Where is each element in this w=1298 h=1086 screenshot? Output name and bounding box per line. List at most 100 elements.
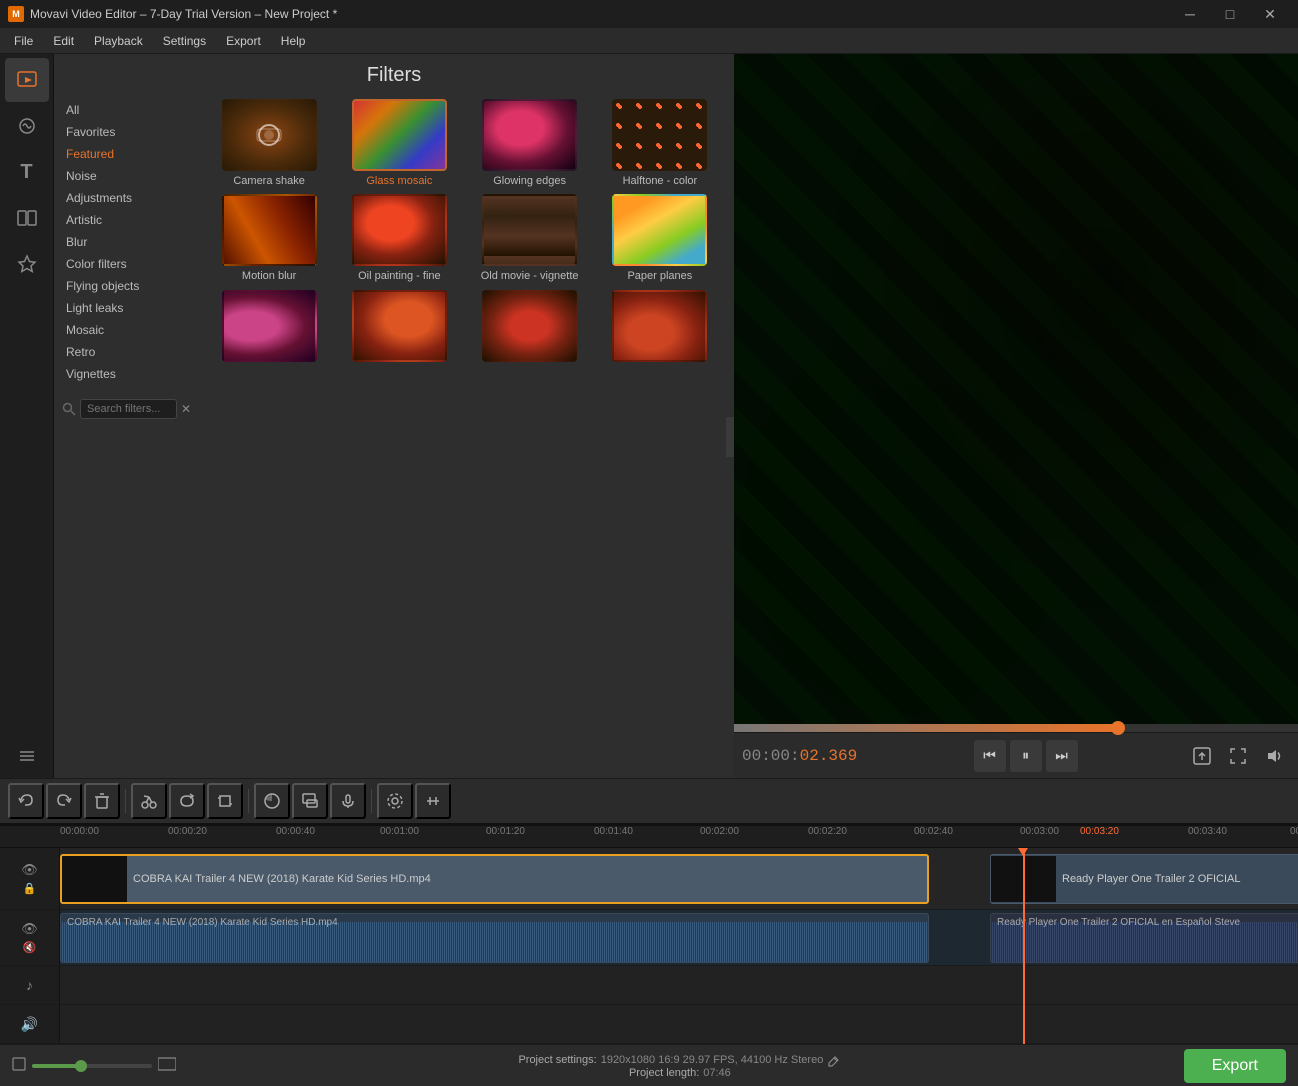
cat-light-leaks[interactable]: Light leaks (54, 297, 199, 319)
menu-settings[interactable]: Settings (153, 31, 216, 51)
filter-motion-blur[interactable]: Motion blur (207, 194, 331, 283)
filter-thumb-halftone-color (612, 99, 707, 171)
filter-camera-shake[interactable]: Camera shake (207, 99, 331, 188)
collapse-panel-button[interactable]: ‹ (726, 417, 734, 457)
color-button[interactable] (254, 783, 290, 819)
playhead[interactable] (1023, 848, 1025, 1044)
filter-old-movie[interactable]: Old movie - vignette (468, 194, 592, 283)
filter-row3-3[interactable] (598, 290, 722, 365)
project-length-label: Project length: (629, 1067, 699, 1079)
export-button[interactable]: Export (1184, 1049, 1286, 1083)
filter-glowing-edges[interactable]: Glowing edges (468, 99, 592, 188)
cat-blur[interactable]: Blur (54, 231, 199, 253)
filter-row3-2[interactable] (468, 290, 592, 365)
preview-progress-handle[interactable] (1111, 721, 1125, 735)
preview-panel: 00:00:02.369 ⏮ ⏸ ⏭ (734, 54, 1298, 778)
scale-icon-large (158, 1057, 176, 1074)
filter-label-oil-painting: Oil painting - fine (358, 269, 441, 283)
filter-paper-planes[interactable]: Paper planes (598, 194, 722, 283)
window-title: Movavi Video Editor – 7-Day Trial Versio… (30, 7, 337, 21)
cat-vignettes[interactable]: Vignettes (54, 363, 199, 385)
cat-noise[interactable]: Noise (54, 165, 199, 187)
sidebar-btn-titles[interactable]: T (5, 150, 49, 194)
audio-button[interactable] (330, 783, 366, 819)
search-clear-button[interactable]: ✕ (181, 402, 191, 416)
delete-button[interactable] (84, 783, 120, 819)
sidebar-btn-more[interactable] (5, 734, 49, 778)
filter-thumb-glowing-edges (482, 99, 577, 171)
sidebar-btn-favorites[interactable] (5, 242, 49, 286)
eye-icon-audio[interactable]: 👁 (21, 921, 38, 937)
cat-favorites[interactable]: Favorites (54, 121, 199, 143)
rotate-button[interactable] (169, 783, 205, 819)
filter-row3-0[interactable] (207, 290, 331, 365)
filter-thumb-row3-2 (482, 290, 577, 362)
edit-settings-icon[interactable] (827, 1053, 841, 1067)
scale-slider[interactable] (32, 1064, 152, 1068)
skip-forward-button[interactable]: ⏭ (1046, 740, 1078, 772)
ruler-01-00: 00:01:00 (380, 826, 419, 837)
eye-icon[interactable]: 👁 (21, 862, 38, 878)
maximize-button[interactable]: □ (1210, 0, 1250, 28)
audio-clip-ready[interactable]: Ready Player One Trailer 2 OFICIAL en Es… (990, 913, 1298, 963)
sidebar-btn-media[interactable] (5, 58, 49, 102)
close-button[interactable]: ✕ (1250, 0, 1290, 28)
audio-track-row: 👁 🔇 COBRA KAI Trailer 4 NEW (2018) Karat… (0, 910, 1298, 966)
video-clip-cobra[interactable]: COBRA KAI Trailer 4 NEW (2018) Karate Ki… (60, 854, 929, 904)
pause-button[interactable]: ⏸ (1010, 740, 1042, 772)
undo-button[interactable] (8, 783, 44, 819)
export-preview-button[interactable] (1186, 740, 1218, 772)
video-clip-ready[interactable]: Ready Player One Trailer 2 OFICIAL (990, 854, 1298, 904)
menu-playback[interactable]: Playback (84, 31, 153, 51)
filter-oil-painting[interactable]: Oil painting - fine (337, 194, 461, 283)
preview-image (734, 54, 1298, 724)
cat-all[interactable]: All (54, 99, 199, 121)
search-input[interactable] (80, 399, 177, 419)
cat-featured[interactable]: Featured (54, 143, 199, 165)
menu-export[interactable]: Export (216, 31, 271, 51)
window-controls[interactable]: ─ □ ✕ (1170, 0, 1290, 28)
preview-progress-fill (734, 724, 1118, 732)
redo-button[interactable] (46, 783, 82, 819)
filter-halftone-color[interactable]: Halftone - color (598, 99, 722, 188)
mute-icon[interactable]: 🔇 (23, 941, 37, 954)
crop-button[interactable] (207, 783, 243, 819)
video-track-row: 👁 🔒 COBRA KAI Trailer 4 NEW (2018) Karat… (0, 848, 1298, 910)
audio-clip-cobra[interactable]: COBRA KAI Trailer 4 NEW (2018) Karate Ki… (60, 913, 929, 963)
menubar: File Edit Playback Settings Export Help (0, 28, 1298, 54)
cat-color-filters[interactable]: Color filters (54, 253, 199, 275)
filter-thumb-glass-mosaic (352, 99, 447, 171)
menu-edit[interactable]: Edit (43, 31, 84, 51)
cat-mosaic[interactable]: Mosaic (54, 319, 199, 341)
menu-help[interactable]: Help (271, 31, 316, 51)
cat-adjustments[interactable]: Adjustments (54, 187, 199, 209)
ruler-00-00: 00:00:00 (60, 826, 99, 837)
skip-back-button[interactable]: ⏮ (974, 740, 1006, 772)
overlay-button[interactable] (292, 783, 328, 819)
cat-artistic[interactable]: Artistic (54, 209, 199, 231)
sidebar-btn-effects[interactable] (5, 104, 49, 148)
lock-icon[interactable]: 🔒 (23, 882, 37, 895)
timeline-ruler: 00:00:00 00:00:20 00:00:40 00:01:00 00:0… (0, 826, 1298, 848)
scale-icon (12, 1057, 26, 1074)
minimize-button[interactable]: ─ (1170, 0, 1210, 28)
filter-thumb-oil-painting (352, 194, 447, 266)
cat-retro[interactable]: Retro (54, 341, 199, 363)
filter-glass-mosaic[interactable]: Glass mosaic (337, 99, 461, 188)
ruler-00-20: 00:00:20 (168, 826, 207, 837)
audio-label-cobra: COBRA KAI Trailer 4 NEW (2018) Karate Ki… (61, 917, 344, 928)
sidebar: T (0, 54, 54, 778)
preview-progress-bar[interactable] (734, 724, 1298, 732)
menu-file[interactable]: File (4, 31, 43, 51)
settings-button[interactable] (377, 783, 413, 819)
cat-flying-objects[interactable]: Flying objects (54, 275, 199, 297)
fullscreen-button[interactable] (1222, 740, 1254, 772)
filter-grid-area: Camera shake Glass mosaic Glowing edges (199, 95, 734, 778)
sidebar-btn-transitions[interactable] (5, 196, 49, 240)
search-icon (62, 402, 76, 416)
volume-button[interactable] (1258, 740, 1290, 772)
effects-button[interactable] (415, 783, 451, 819)
filter-row3-1[interactable] (337, 290, 461, 365)
statusbar: Project settings: 1920x1080 16:9 29.97 F… (0, 1044, 1298, 1086)
cut-button[interactable] (131, 783, 167, 819)
